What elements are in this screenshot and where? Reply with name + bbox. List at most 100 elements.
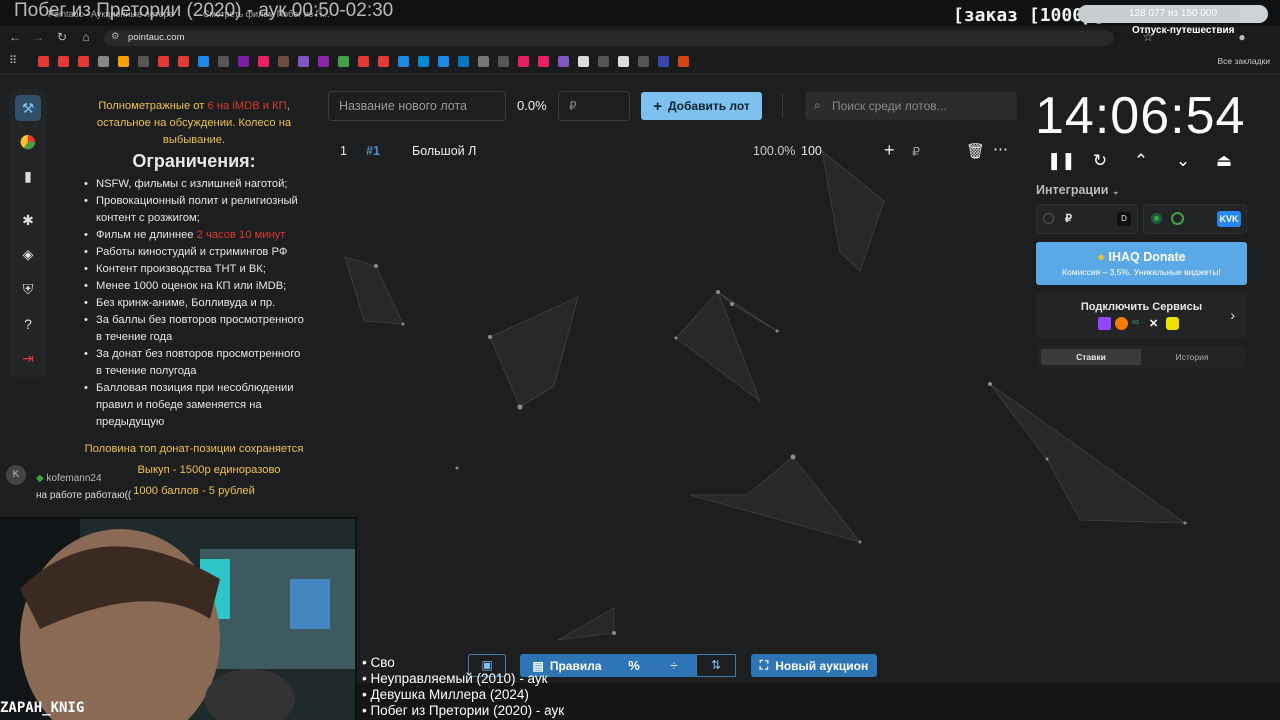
- rules-panel: Полнометражные от 6 на iMDB и КП, осталь…: [80, 98, 308, 500]
- chevron-right-icon: ›: [1230, 307, 1235, 323]
- rules-list: NSFW, фильмы с излишней наготой; Провока…: [80, 176, 308, 431]
- bookmark-icon[interactable]: [138, 56, 149, 67]
- bookmark-icon[interactable]: [338, 56, 349, 67]
- tab-history[interactable]: История: [1142, 349, 1242, 365]
- bookmark-icon[interactable]: [318, 56, 329, 67]
- site-info-icon[interactable]: ⚙: [111, 31, 120, 42]
- rule-item-length: Фильм не длиннее 2 часов 10 минут: [80, 227, 308, 244]
- bookmark-icon[interactable]: [518, 56, 529, 67]
- profile-icon[interactable]: ●: [1234, 29, 1250, 45]
- twitch-icon: [1098, 317, 1111, 330]
- double-up-icon[interactable]: ⏏: [1212, 151, 1236, 173]
- layers-icon[interactable]: ◈: [15, 241, 41, 267]
- reload-icon[interactable]: ↻: [54, 29, 70, 45]
- radio-off-icon[interactable]: [1043, 213, 1054, 224]
- rule-item: За баллы без повторов просмотренного в т…: [80, 312, 308, 346]
- split-icon[interactable]: ÷: [654, 654, 694, 677]
- bookmark-icon[interactable]: [298, 56, 309, 67]
- back-icon[interactable]: ←: [7, 29, 23, 45]
- lot-amount[interactable]: 100: [801, 144, 822, 158]
- chevron-down-icon[interactable]: ⌄: [1171, 151, 1195, 173]
- lot-search-input[interactable]: ⌕ Поиск среди лотов...: [805, 92, 1017, 120]
- tab-bets[interactable]: Ставки: [1041, 349, 1141, 365]
- browser-toolbar: ← → ↻ ⌂ ⚙ pointauc.com ☆ ●: [0, 26, 1280, 48]
- pause-icon[interactable]: ❚❚: [1047, 151, 1076, 173]
- x-icon: ✕: [1149, 318, 1159, 330]
- integration-donation[interactable]: ₽ D: [1036, 204, 1138, 234]
- lot-index: 1: [340, 144, 347, 158]
- connect-label: Подключить Сервисы: [1080, 301, 1203, 313]
- bookmark-icon[interactable]: [558, 56, 569, 67]
- rule-item: Без кринж-аниме, Болливуда и пр.: [80, 295, 308, 312]
- ihaq-logo-icon: ●: [1097, 250, 1105, 264]
- all-bookmarks-link[interactable]: Все закладки: [1217, 56, 1270, 66]
- reset-icon[interactable]: ↻: [1088, 151, 1112, 173]
- bookmark-icon[interactable]: [538, 56, 549, 67]
- help-icon[interactable]: ?: [15, 311, 41, 337]
- sort-icon[interactable]: ⇅: [696, 654, 736, 677]
- add-lot-button[interactable]: + Добавить лот: [641, 92, 762, 120]
- bookmark-icon[interactable]: [418, 56, 429, 67]
- rules-intro: Полнометражные от 6 на iMDB и КП, осталь…: [80, 98, 308, 149]
- bookmark-icon[interactable]: [278, 56, 289, 67]
- bookmark-icon[interactable]: [198, 56, 209, 67]
- new-lot-name-input[interactable]: Название нового лота: [328, 91, 506, 121]
- connect-services-button[interactable]: Подключить Сервисы ∞ ✕ ›: [1036, 293, 1247, 338]
- bookmark-icon[interactable]: [398, 56, 409, 67]
- webcam-image: [0, 519, 355, 720]
- stream-title-overlay: Побег из Претории (2020) - аук 00:50-02:…: [14, 0, 394, 21]
- bookmark-icon[interactable]: [58, 56, 69, 67]
- lot-name[interactable]: Большой Л: [412, 144, 476, 158]
- bookmark-icon[interactable]: [158, 56, 169, 67]
- settings-icon[interactable]: ✱: [15, 207, 41, 233]
- home-icon[interactable]: ⌂: [78, 29, 94, 45]
- percent-mode-icon[interactable]: %: [614, 654, 654, 677]
- delete-icon[interactable]: 🗑: [966, 142, 985, 160]
- new-auction-button[interactable]: ⛶ Новый аукцион: [751, 654, 877, 677]
- more-icon[interactable]: ⋯: [993, 140, 1008, 158]
- bookmark-icon[interactable]: [238, 56, 249, 67]
- url-text: pointauc.com: [128, 32, 185, 43]
- chevron-up-icon[interactable]: ⌃: [1129, 151, 1153, 173]
- bookmark-icon[interactable]: [678, 56, 689, 67]
- bookmark-icon[interactable]: [378, 56, 389, 67]
- bookmark-icon[interactable]: [178, 56, 189, 67]
- integration-vk[interactable]: KVK: [1143, 204, 1247, 234]
- logout-icon[interactable]: ⇥: [15, 345, 41, 371]
- bookmark-icon[interactable]: [98, 56, 109, 67]
- shield-icon[interactable]: ⛨: [15, 276, 41, 302]
- lot-tag[interactable]: #1: [366, 144, 380, 158]
- apps-grid-icon[interactable]: ⠿: [5, 53, 21, 69]
- bookmark-icon[interactable]: [38, 56, 49, 67]
- goal-text: 128 077 из 150 000: [1128, 8, 1218, 19]
- bookmark-icon[interactable]: [478, 56, 489, 67]
- bookmark-icon[interactable]: [578, 56, 589, 67]
- forward-icon[interactable]: →: [30, 29, 46, 45]
- bookmark-icon[interactable]: [258, 56, 269, 67]
- stats-icon[interactable]: ▮: [15, 163, 41, 189]
- bookmark-icon[interactable]: [618, 56, 629, 67]
- chat-user: kofemann24: [46, 473, 102, 484]
- bookmark-icon[interactable]: [658, 56, 669, 67]
- address-bar[interactable]: ⚙ pointauc.com: [104, 30, 1114, 46]
- bookmark-icon[interactable]: [598, 56, 609, 67]
- bookmark-icon[interactable]: [218, 56, 229, 67]
- bookmark-icon[interactable]: [78, 56, 89, 67]
- gavel-icon[interactable]: ⚒: [15, 95, 41, 121]
- radio-on-icon[interactable]: [1151, 213, 1162, 224]
- bookmark-icon[interactable]: [458, 56, 469, 67]
- bookmark-icon[interactable]: [638, 56, 649, 67]
- integrations-label[interactable]: Интеграции ⌄: [1036, 183, 1120, 197]
- new-lot-amount-input[interactable]: ₽: [558, 91, 630, 121]
- bookmark-icon[interactable]: [118, 56, 129, 67]
- bets-history-tabs: Ставки История: [1038, 346, 1245, 368]
- bookmark-icon[interactable]: [358, 56, 369, 67]
- lot-row[interactable]: 1 #1 Большой Л 100.0% 100 + ₽ 🗑 ⋯: [330, 140, 1010, 162]
- ihaq-donate-button[interactable]: ● IHAQ Donate Комиссия – 3,5%. Уникальны…: [1036, 242, 1247, 285]
- donation-goal-bar: 128 077 из 150 000: [1078, 5, 1268, 23]
- wheel-icon[interactable]: [15, 129, 41, 155]
- add-amount-icon[interactable]: +: [884, 140, 895, 161]
- bookmark-icon[interactable]: [498, 56, 509, 67]
- integrations-text: Интеграции: [1036, 183, 1109, 197]
- bookmark-icon[interactable]: [438, 56, 449, 67]
